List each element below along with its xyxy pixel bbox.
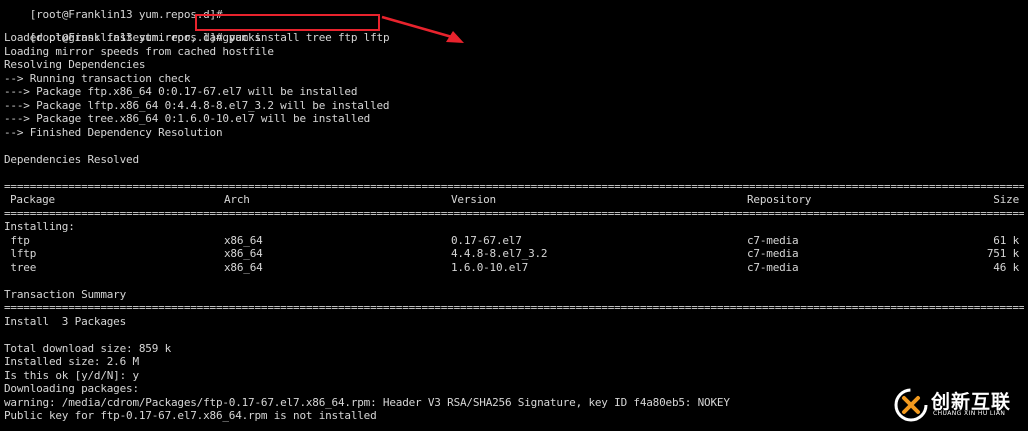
summary-title: Transaction Summary — [4, 287, 127, 301]
cell-version: 0.17-67.el7 — [451, 233, 522, 247]
cell-version: 1.6.0-10.el7 — [451, 260, 529, 274]
red-arrow-icon — [381, 15, 464, 43]
output-line: Dependencies Resolved — [4, 152, 139, 166]
output-line: ---> Package tree.x86_64 0:1.6.0-10.el7 … — [4, 112, 371, 125]
double-separator: ========================================… — [4, 206, 1024, 220]
cell-repository: c7-media — [747, 247, 799, 260]
output-line: Resolving Dependencies — [4, 58, 146, 71]
output-line: Total download size: 859 k — [4, 341, 171, 355]
terminal-window[interactable]: [root@Franklin13 yum.repos.d]# [root@Fra… — [0, 0, 1028, 431]
section-label: Installing: — [4, 220, 75, 233]
cell-package: lftp — [4, 247, 37, 260]
logo-mark-icon — [894, 388, 928, 422]
header-repository: Repository — [747, 193, 812, 206]
command-highlight-box — [195, 14, 380, 31]
cell-arch: x86_64 — [224, 247, 263, 260]
cell-repository: c7-media — [747, 233, 799, 247]
header-arch: Arch — [224, 193, 250, 206]
output-line: Downloading packages: — [4, 382, 139, 395]
cell-size: 751 k — [986, 247, 1019, 260]
double-separator: ========================================… — [4, 179, 1024, 193]
cell-arch: x86_64 — [224, 260, 263, 274]
cell-package: tree — [4, 260, 37, 274]
logo-name-en: CHUANG XIN HU LIAN — [933, 410, 1006, 417]
prompt-line-previous: [root@Franklin13 yum.repos.d]# — [4, 0, 223, 21]
header-package: Package — [10, 193, 55, 206]
cell-package: ftp — [4, 233, 30, 247]
install-summary: Install 3 Packages — [4, 314, 127, 328]
header-size: Size — [993, 193, 1019, 206]
cell-size: 61 k — [993, 233, 1019, 247]
watermark-logo: 创新互联 CHUANG XIN HU LIAN — [893, 385, 1025, 425]
double-separator: ========================================… — [4, 301, 1024, 314]
output-line: ---> Package lftp.x86_64 0:4.4.8-8.el7_3… — [4, 98, 390, 112]
output-line: Installed size: 2.6 M — [4, 355, 139, 368]
output-line: ---> Package ftp.x86_64 0:0.17-67.el7 wi… — [4, 85, 358, 98]
header-version: Version — [451, 193, 496, 206]
cell-arch: x86_64 — [224, 233, 263, 247]
output-line: --> Finished Dependency Resolution — [4, 125, 223, 139]
output-line: Public key for ftp-0.17-67.el7.x86_64.rp… — [4, 409, 377, 422]
output-line: Is this ok [y/d/N]: y — [4, 368, 139, 382]
cell-size: 46 k — [993, 260, 1019, 274]
output-line: Loaded plugins: fastestmirror, langpacks — [4, 31, 261, 44]
warning-line: warning: /media/cdrom/Packages/ftp-0.17-… — [4, 395, 730, 409]
cell-version: 4.4.8-8.el7_3.2 — [451, 247, 548, 260]
output-line: --> Running transaction check — [4, 71, 191, 85]
cell-repository: c7-media — [747, 260, 799, 274]
output-line: Loading mirror speeds from cached hostfi… — [4, 44, 274, 58]
